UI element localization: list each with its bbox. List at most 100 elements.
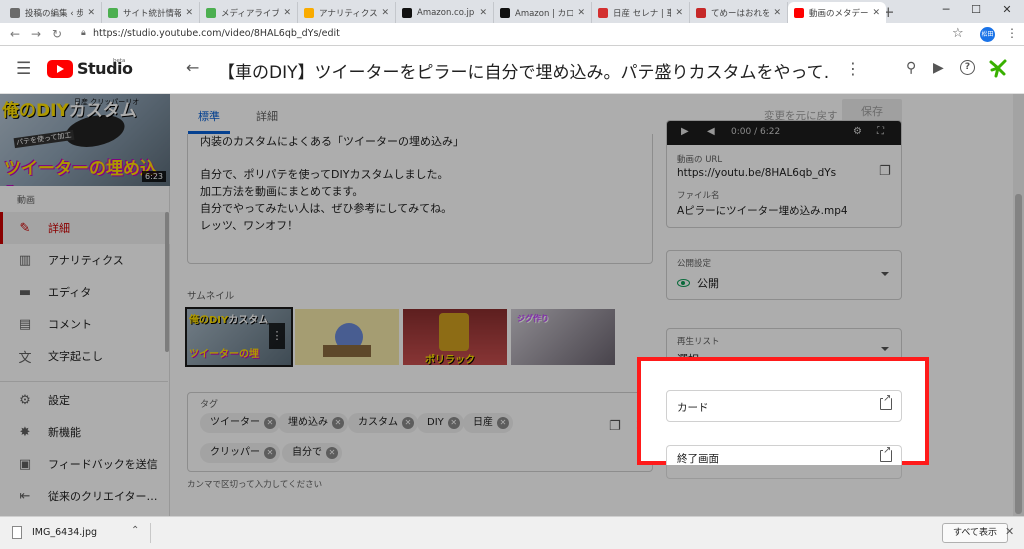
close-icon[interactable]: ✕ [1005, 525, 1014, 538]
tab-title: アナリティクス [319, 7, 377, 19]
description-field[interactable]: 内装のカスタムによくある「ツイーターの埋め込み」 自分で、ポリパテを使ってDIY… [187, 134, 653, 264]
tag-chip[interactable]: カスタム✕ [348, 413, 418, 433]
browser-tab[interactable]: てめーはおれを怒✕ [690, 2, 788, 23]
show-all-button[interactable]: すべて表示 [942, 523, 1008, 543]
browser-tab[interactable]: Amazon.co.jp✕ [396, 2, 494, 23]
tab-close-icon[interactable]: ✕ [87, 8, 95, 18]
chevron-up-icon[interactable]: ⌃ [131, 525, 139, 536]
video-player[interactable]: ▶ ◀︎ 0:00 / 6:22 ⚙ ⛶ [667, 121, 902, 145]
window-close-icon[interactable]: ✕ [997, 3, 1017, 16]
remove-tag-icon[interactable]: ✕ [264, 447, 276, 459]
download-separator [150, 523, 151, 543]
sidebar-item[interactable]: ⇤従来のクリエイター… [0, 480, 170, 512]
tab-close-icon[interactable]: ✕ [479, 8, 487, 18]
sidebar-item[interactable]: 文文字起こし [0, 340, 170, 372]
tag-chip[interactable]: 自分で✕ [282, 443, 342, 463]
tags-label: タグ [200, 397, 218, 410]
end-screen-button-bottom [666, 465, 902, 479]
thumbnail-more-icon[interactable]: ⋮ [269, 323, 285, 349]
dropdown-arrow-icon [881, 272, 889, 276]
browser-tab[interactable]: アナリティクス ✕ [298, 2, 396, 23]
player-settings-icon[interactable]: ⚙ [853, 126, 862, 137]
remove-tag-icon[interactable]: ✕ [402, 417, 414, 429]
back-icon[interactable]: ← [10, 27, 20, 41]
sidebar-item[interactable]: ▬エディタ [0, 276, 170, 308]
tab-close-icon[interactable]: ✕ [381, 8, 389, 18]
download-filename[interactable]: IMG_6434.jpg [32, 527, 97, 538]
sidebar-scrollbar[interactable] [165, 212, 169, 352]
sidebar-item[interactable]: ✎詳細 [0, 212, 170, 244]
sidebar-item[interactable]: ▥アナリティクス [0, 244, 170, 276]
video-url-link[interactable]: https://youtu.be/8HAL6qb_dYs [677, 167, 836, 179]
channel-avatar[interactable] [986, 56, 1010, 80]
thumbnail-option-title: 俺のDIYカスタム [189, 311, 268, 326]
tag-chip[interactable]: 埋め込み✕ [278, 413, 348, 433]
tag-chip[interactable]: DIY✕ [417, 413, 464, 433]
more-options-icon[interactable]: ⋮ [845, 59, 861, 78]
browser-tab[interactable]: サイト統計情報✕ [102, 2, 200, 23]
fullscreen-icon[interactable]: ⛶ [877, 126, 884, 137]
browser-tab[interactable]: Amazon | カロッ✕ [494, 2, 592, 23]
tab-close-icon[interactable]: ✕ [675, 8, 683, 18]
thumbnail-section-label: サムネイル [187, 288, 234, 302]
dropdown-arrow-icon [881, 347, 889, 351]
tab-close-icon[interactable]: ✕ [185, 8, 193, 18]
tags-field[interactable]: タグ ツイーター✕埋め込み✕カスタム✕DIY✕日産✕ クリッパー✕自分で✕ ❐ ✕ [187, 392, 653, 472]
remove-tag-icon[interactable]: ✕ [326, 447, 338, 459]
browser-tab[interactable]: 投稿の編集 ‹ 歩✕ [4, 2, 102, 23]
help-icon[interactable]: ? [960, 60, 975, 75]
youtube-logo[interactable] [47, 60, 73, 78]
sidebar-item[interactable]: ✸新機能 [0, 416, 170, 448]
thumbnail-option[interactable]: 俺のDIYカスタム ツイーターの埋 ⋮ [187, 309, 291, 365]
tag-chip[interactable]: 日産✕ [463, 413, 513, 433]
minimize-icon[interactable]: ─ [936, 3, 956, 16]
end-screen-button[interactable]: 終了画面 [666, 445, 902, 465]
remove-tag-icon[interactable]: ✕ [264, 417, 276, 429]
thumbnail-option[interactable]: ポリラック [403, 309, 507, 365]
tab-details[interactable]: 詳細 [256, 108, 278, 124]
browser-tab[interactable]: 日産 セレナ | 車✕ [592, 2, 690, 23]
thumbnail-option[interactable] [295, 309, 399, 365]
thumbnail-option-text: ポリラック [425, 351, 475, 365]
back-arrow-icon[interactable]: ← [186, 58, 199, 77]
beta-label: beta [113, 58, 125, 64]
tag-chip[interactable]: ツイーター✕ [200, 413, 280, 433]
eye-icon [677, 279, 690, 287]
tab-close-icon[interactable]: ✕ [577, 8, 585, 18]
remove-tag-icon[interactable]: ✕ [497, 417, 509, 429]
tab-close-icon[interactable]: ✕ [773, 8, 781, 18]
volume-icon[interactable]: ◀︎ [707, 126, 715, 137]
sidebar-item[interactable]: ▣フィードバックを送信 [0, 448, 170, 480]
forward-icon[interactable]: → [31, 27, 41, 41]
create-video-icon[interactable]: ▶︎ [933, 60, 944, 76]
tab-close-icon[interactable]: ✕ [872, 8, 880, 18]
tag-chip[interactable]: クリッパー✕ [200, 443, 280, 463]
search-icon[interactable]: ⚲ [906, 60, 916, 76]
remove-tag-icon[interactable]: ✕ [332, 417, 344, 429]
thumbnail-option-bottom: ツイーターの埋 [189, 345, 259, 360]
hamburger-menu-icon[interactable]: ☰ [16, 59, 31, 79]
sidebar-item[interactable]: ▤コメント [0, 308, 170, 340]
browser-menu-icon[interactable]: ⋮ [1006, 26, 1018, 40]
page-scrollbar-thumb[interactable] [1015, 194, 1022, 514]
sidebar-item[interactable]: ⚙設定 [0, 384, 170, 416]
bookmark-star-icon[interactable]: ☆ [952, 26, 964, 41]
browser-tab[interactable]: メディアライブラリ✕ [200, 2, 298, 23]
page-scrollbar[interactable] [1013, 94, 1024, 516]
play-icon[interactable]: ▶ [681, 126, 689, 137]
video-thumbnail[interactable]: 俺のDIYカスタム 日産 クリッパーリオ パテを使って加工 ツイーターの埋め込み… [0, 94, 170, 186]
maximize-icon[interactable]: ☐ [966, 3, 986, 16]
thumbnail-option[interactable]: ジグ作り [511, 309, 615, 365]
url-field[interactable]: https://studio.youtube.com/video/8HAL6qb… [93, 28, 340, 39]
copy-url-icon[interactable]: ❐ [879, 164, 891, 179]
tab-standard[interactable]: 標準 [198, 108, 220, 124]
remove-tag-icon[interactable]: ✕ [448, 417, 460, 429]
browser-tab[interactable]: 動画のメタデータ✕ [788, 2, 886, 23]
reload-icon[interactable]: ↻ [52, 27, 62, 41]
visibility-select[interactable]: 公開設定 公開 [666, 250, 902, 300]
video-url-label: 動画の URL [677, 153, 722, 165]
copy-icon[interactable]: ❐ [609, 419, 621, 434]
tab-close-icon[interactable]: ✕ [283, 8, 291, 18]
profile-avatar[interactable]: 松田 [980, 27, 995, 42]
cards-button[interactable]: カード [666, 390, 902, 422]
